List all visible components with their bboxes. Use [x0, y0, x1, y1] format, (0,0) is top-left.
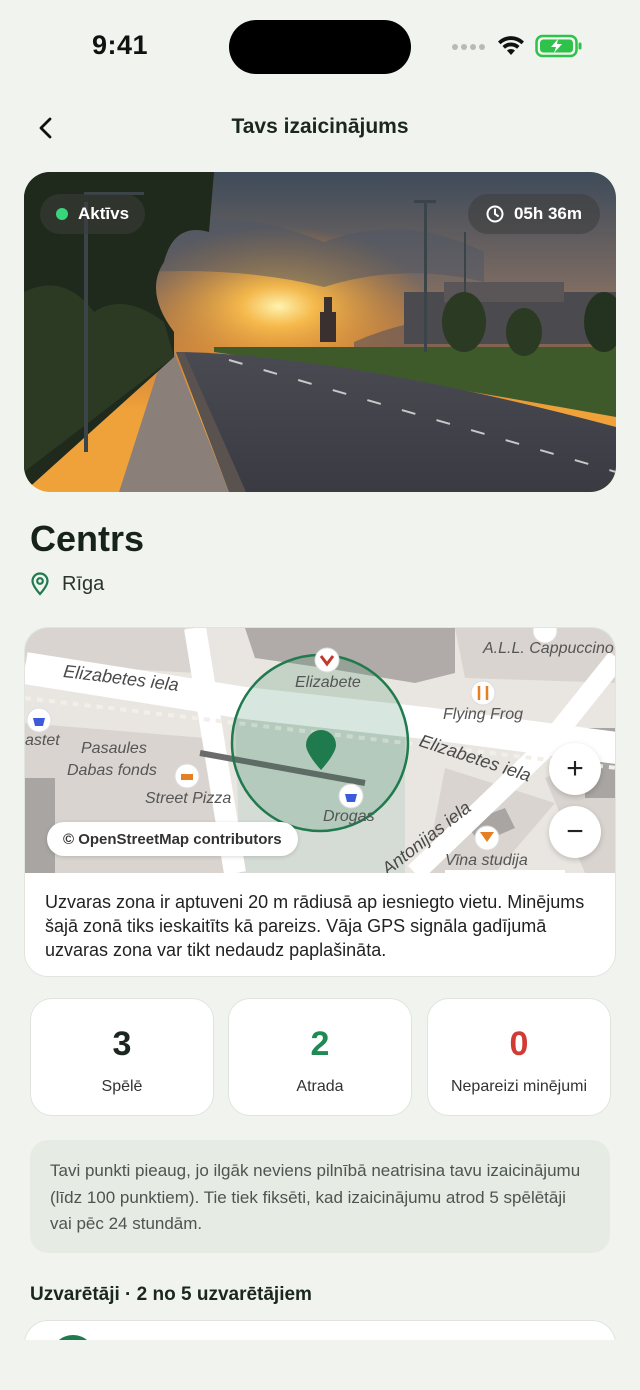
poi-label: Drogas [323, 808, 375, 825]
map-card: Elizabetes iela Elizabetes iela Antonija… [24, 627, 616, 977]
poi-label: Flying Frog [443, 706, 524, 723]
poi-label: astet [25, 732, 60, 749]
points-info: Tavi punkti pieaug, jo ilgāk neviens pil… [30, 1140, 610, 1253]
battery-icon [535, 34, 582, 58]
stat-label: Atrada [296, 1078, 344, 1095]
location-city: Rīga [62, 572, 105, 595]
zoom-out-button[interactable]: − [549, 806, 601, 858]
stat-card-found: 2 Atrada [228, 998, 412, 1116]
stat-value: 0 [509, 1025, 529, 1063]
bottom-fade [0, 1340, 640, 1390]
poi-label: Pasaules [81, 740, 147, 757]
winners-title: Uzvarētāji · 2 no 5 uzvarētājiem [30, 1284, 312, 1305]
clock-icon [486, 205, 504, 223]
poi-label: A.L.L. Cappuccino [483, 640, 614, 657]
poi-label: Elizabete [295, 674, 361, 691]
stat-label: Spēlē [101, 1078, 143, 1095]
stat-value: 2 [310, 1025, 330, 1063]
timer-value: 05h 36m [513, 204, 582, 223]
map-pin-icon [31, 572, 49, 596]
map-attribution[interactable]: © OpenStreetMap contributors [47, 822, 298, 856]
timer-badge: 05h 36m [467, 194, 600, 234]
map-view[interactable]: Elizabetes iela Elizabetes iela Antonija… [25, 628, 615, 873]
win-zone-description: Uzvaras zona ir aptuveni 20 m rādiusā ap… [45, 892, 585, 960]
status-badge: Aktīvs [40, 194, 146, 234]
stat-value: 3 [112, 1025, 132, 1063]
page-title: Tavs izaicinājums [231, 115, 409, 138]
status-bar: 9:41 [0, 0, 640, 96]
location-city-row: Rīga [30, 572, 104, 596]
active-dot-icon [56, 208, 68, 220]
challenge-photo: Aktīvs 05h 36m [24, 172, 616, 492]
header: Tavs izaicinājums [0, 100, 640, 156]
stat-card-wrong-guesses: 0 Nepareizi minējumi [427, 998, 611, 1116]
wifi-icon [498, 36, 524, 55]
poi-label: Dabas fonds [67, 762, 157, 779]
stat-card-playing: 3 Spēlē [30, 998, 214, 1116]
cellular-signal-icon [452, 44, 485, 50]
status-label: Aktīvs [78, 204, 130, 223]
location-name: Centrs [30, 518, 145, 559]
stat-label: Nepareizi minējumi [450, 1078, 588, 1095]
zoom-in-button[interactable]: + [549, 743, 601, 795]
dynamic-island [229, 20, 411, 74]
poi-label: Street Pizza [145, 790, 232, 807]
status-time: 9:41 [92, 30, 149, 60]
poi-label: Vīna studija [445, 852, 528, 869]
